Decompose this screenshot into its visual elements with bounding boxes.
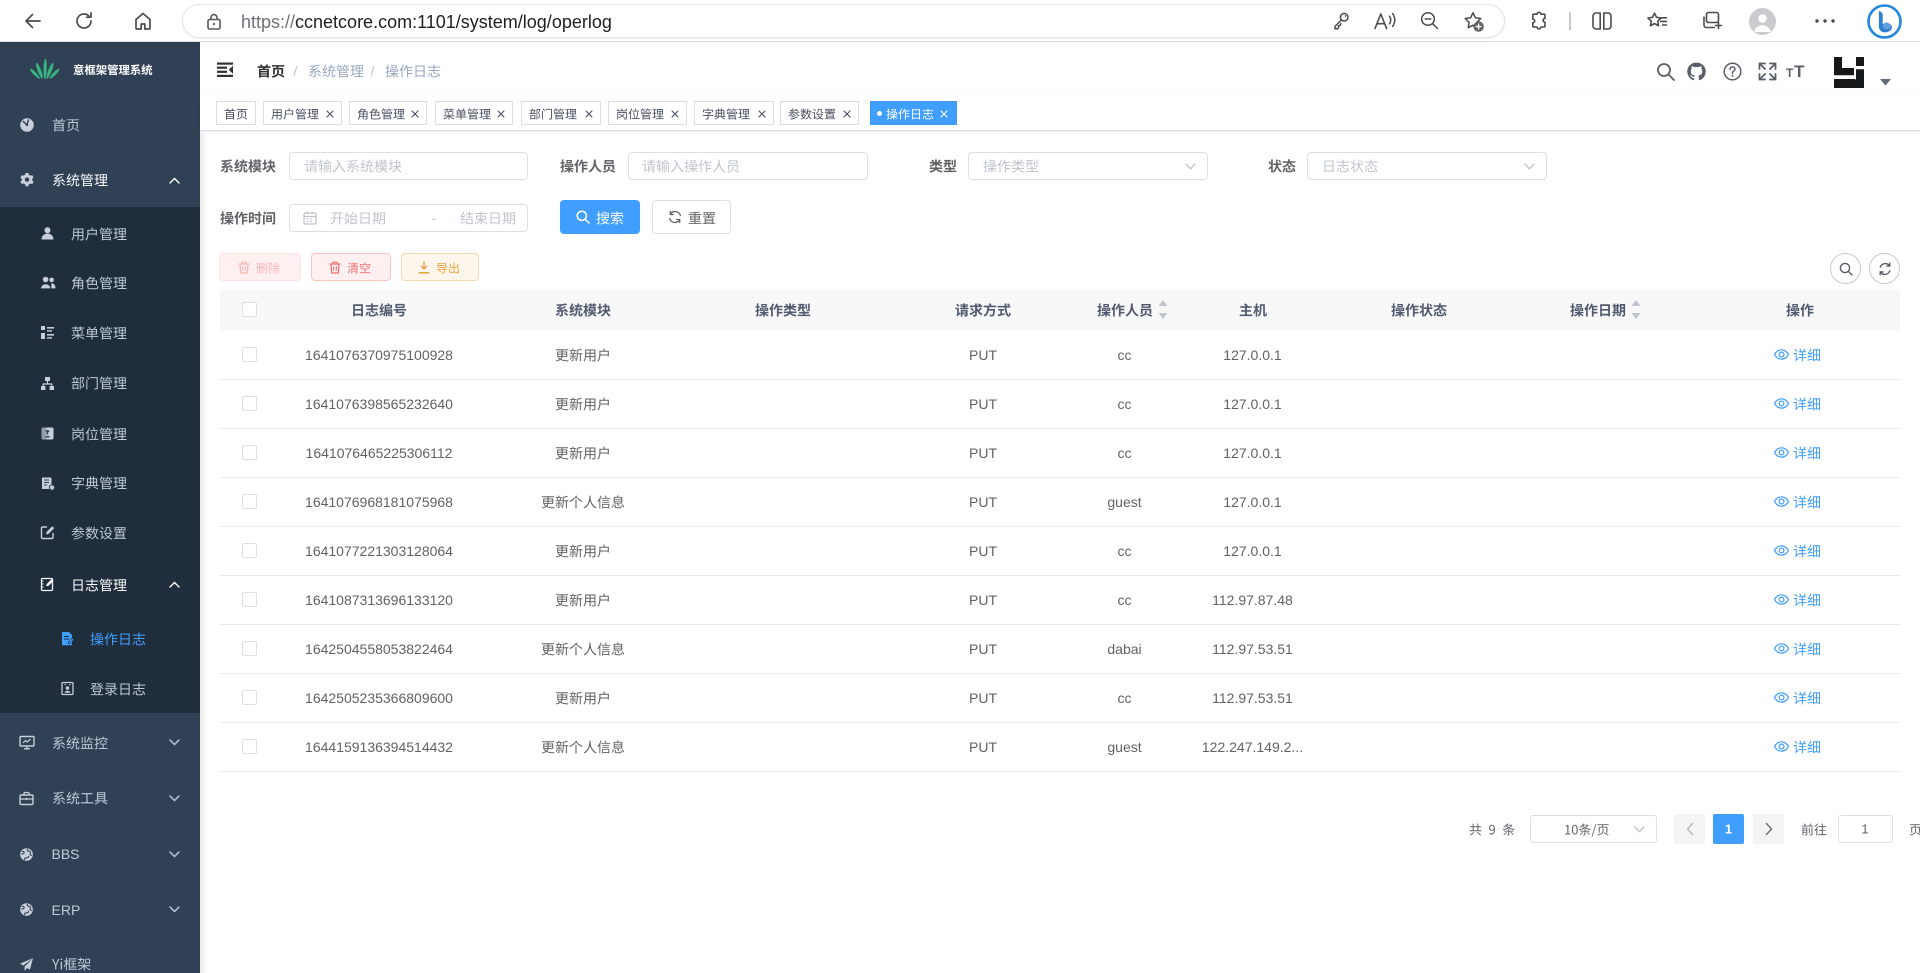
svg-text:T: T xyxy=(1794,63,1805,80)
svg-text:T: T xyxy=(1786,66,1794,80)
